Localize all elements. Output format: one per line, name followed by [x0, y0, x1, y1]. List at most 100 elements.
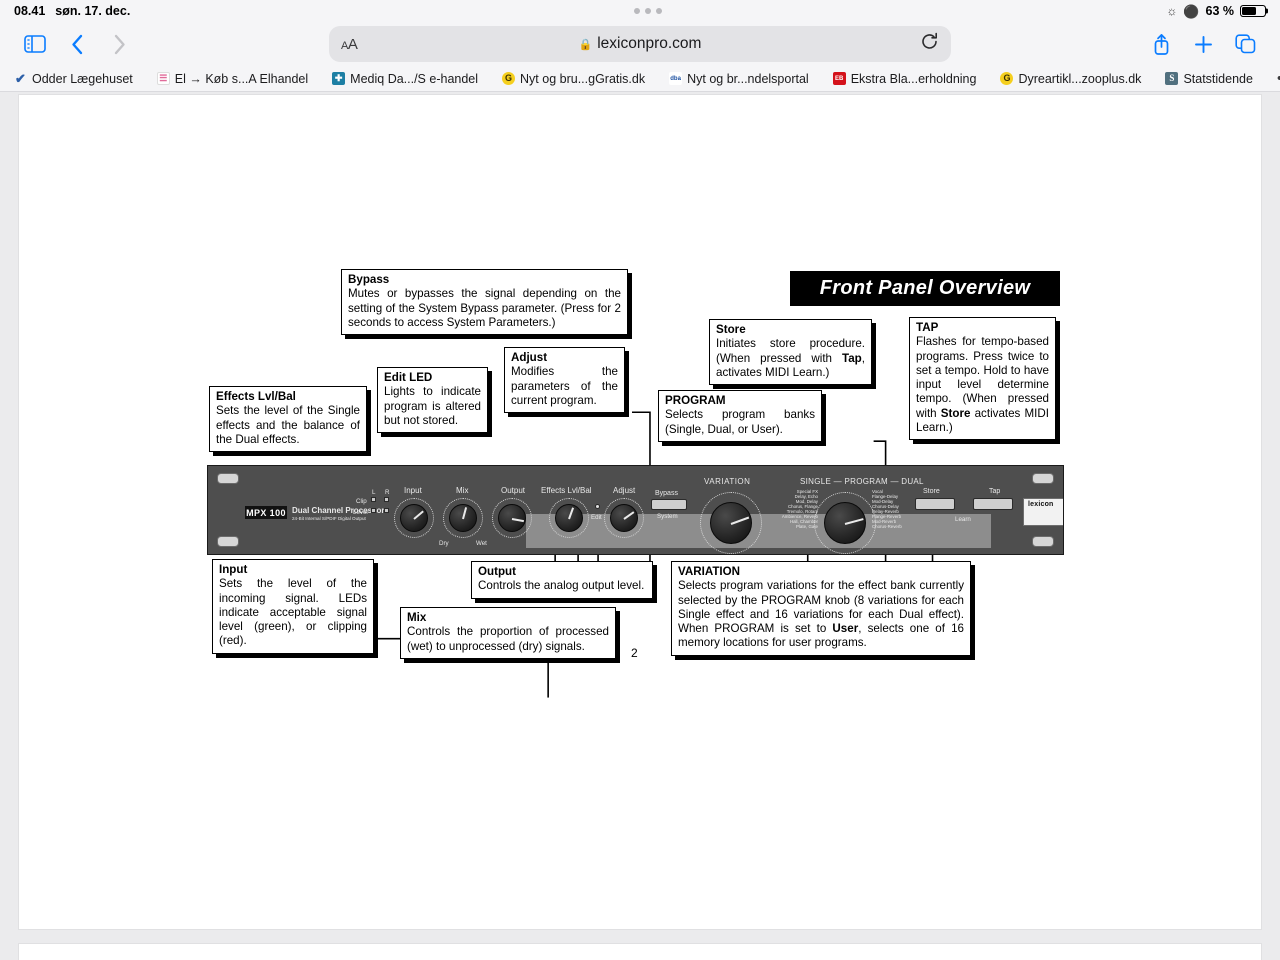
input-knob-label-text: Input — [404, 486, 422, 495]
callout-heading: TAP — [916, 321, 939, 334]
variation-label-text: VARIATION — [704, 477, 751, 486]
program-knob-label: SINGLE — PROGRAM — DUAL — [800, 477, 924, 486]
browser-toolbar: AA 🔒 lexiconpro.com — [0, 22, 1280, 66]
brand-plate: lexicon — [1023, 498, 1063, 526]
output-knob-label-text: Output — [501, 486, 526, 495]
forward-chevron-icon[interactable] — [98, 27, 140, 61]
input-knob[interactable] — [400, 504, 428, 532]
callout-body: Selects program variations for the effec… — [678, 579, 964, 650]
callout-body: Selects program banks (Single, Dual, or … — [665, 408, 815, 436]
mix-knob[interactable] — [449, 504, 477, 532]
handle-dot — [645, 8, 652, 14]
variation-knob[interactable] — [710, 502, 752, 544]
status-bar-left: 08.41 søn. 17. dec. — [14, 4, 130, 18]
tap-button[interactable] — [973, 498, 1013, 510]
checkmark-icon: ✔ — [15, 72, 26, 85]
ipad-status-bar: 08.41 søn. 17. dec. ☼ ⚫ 63 % — [0, 0, 1280, 22]
mix-wet-label: Wet — [476, 540, 487, 547]
bypass-button[interactable] — [651, 499, 687, 510]
pdf-page-1: Front Panel Overview Bypass Mutes or byp… — [18, 94, 1262, 930]
callout-heading: Input — [219, 563, 248, 576]
bookmark-label: Nyt og br...ndelsportal — [687, 71, 809, 86]
toolbar-right-group — [1140, 27, 1266, 61]
effects-lvl-bal-knob-label: Effects Lvl/Bal — [541, 486, 592, 495]
callout-heading: Store — [716, 323, 746, 336]
bypass-button-label: Bypass — [655, 490, 678, 498]
bookmark-item[interactable]: dba Nyt og br...ndelsportal — [669, 72, 818, 86]
bookmark-label: Dyreartikl...zooplus.dk — [1018, 71, 1142, 86]
callout-body: Flashes for tempo-based programs. Press … — [916, 335, 1050, 434]
bypass-label-text: Bypass — [655, 490, 678, 497]
effects-lvl-bal-knob[interactable] — [555, 504, 583, 532]
output-knob[interactable] — [498, 504, 526, 532]
tap-label-text: Tap — [989, 488, 1001, 495]
brand-name: lexicon — [1028, 501, 1054, 508]
callout-adjust: Adjust Modifies the parameters of the cu… — [504, 347, 625, 413]
mix-dry-label: Dry — [439, 540, 449, 547]
callout-input: Input Sets the level of the incoming sig… — [212, 559, 374, 654]
address-bar[interactable]: AA 🔒 lexiconpro.com — [329, 26, 951, 62]
url-text[interactable]: lexiconpro.com — [597, 35, 701, 53]
callout-bypass: Bypass Mutes or bypasses the signal depe… — [341, 269, 628, 335]
battery-percent: 63 % — [1205, 4, 1235, 18]
bookmark-item[interactable]: G Dyreartikl...zooplus.dk — [1000, 72, 1150, 86]
rack-ear-bottom-right — [1032, 536, 1054, 547]
bookmark-item[interactable]: S Statstidende — [1165, 72, 1262, 86]
battery-icon — [1240, 4, 1269, 18]
wifi-icon: ⚫ — [1183, 3, 1200, 19]
callout-program: PROGRAM Selects program banks (Single, D… — [658, 390, 822, 442]
status-date: søn. 17. dec. — [55, 4, 131, 18]
bookmark-label: Nyt og bru...gGratis.dk — [520, 71, 646, 86]
back-chevron-icon[interactable] — [56, 27, 98, 61]
adjust-knob[interactable] — [610, 504, 638, 532]
effects-lvl-bal-text: Effects Lvl/Bal — [541, 486, 592, 495]
callout-output: Output Controls the analog output level. — [471, 561, 653, 599]
callout-heading: Adjust — [511, 351, 548, 364]
front-panel-overview-diagram: Front Panel Overview Bypass Mutes or byp… — [19, 95, 1261, 929]
page-number: 2 — [631, 646, 638, 660]
bookmark-item[interactable]: ✚ Mediq Da.../S e-handel — [332, 72, 487, 86]
reload-icon[interactable] — [920, 32, 939, 56]
callout-tap: TAP Flashes for tempo-based programs. Pr… — [909, 317, 1056, 440]
bookmark-item[interactable]: G Nyt og bru...gGratis.dk — [502, 72, 654, 86]
brightness-icon: ☼ — [1166, 4, 1178, 18]
variation-knob-label: VARIATION — [704, 477, 750, 486]
callout-mix: Mix Controls the proportion of processed… — [400, 607, 616, 659]
bookmark-item[interactable]: ☰ El → Køb s...A Elhandel — [156, 72, 317, 86]
callout-body: Mutes or bypasses the signal depending o… — [348, 287, 621, 329]
adjust-knob-label-text: Adjust — [613, 486, 636, 495]
callout-heading: Edit LED — [384, 371, 433, 384]
edit-led-label-text: Edit — [591, 514, 602, 521]
text-size-small-a: A — [341, 39, 348, 52]
tabs-overview-icon[interactable] — [1224, 27, 1266, 61]
callout-heading: Bypass — [348, 273, 390, 286]
mediq-favicon: ✚ — [332, 72, 346, 85]
bookmark-item[interactable]: ✔ Odder Lægehuset — [14, 72, 142, 86]
program-knob[interactable] — [824, 502, 866, 544]
rack-ear-bottom-left — [217, 536, 239, 547]
callout-body: Sets the level of the incoming signal. L… — [219, 577, 367, 648]
store-button[interactable] — [915, 498, 955, 510]
handle-dot — [656, 8, 663, 14]
page-scroll-area[interactable]: Front Panel Overview Bypass Mutes or byp… — [0, 92, 1280, 960]
callout-variation: VARIATION Selects program variations for… — [671, 561, 971, 656]
callout-heading: Output — [478, 565, 516, 578]
share-icon[interactable] — [1140, 27, 1182, 61]
plus-icon[interactable] — [1182, 27, 1224, 61]
text-size-button[interactable]: AA — [341, 36, 358, 53]
output-knob-label: Output — [501, 486, 525, 495]
clip-label: Clip — [356, 498, 367, 505]
store-button-label: Store — [923, 488, 940, 496]
bypass-system-label: System — [657, 513, 678, 520]
callout-body: Sets the level of the Single effects and… — [216, 404, 360, 446]
window-drag-handle[interactable] — [130, 8, 1166, 14]
model-subtitle2: 24-Bit Internal S/PDIF Digital Output — [292, 516, 366, 521]
program-single-list: Special FX Delay, Echo Mod, Delay Chorus, F… — [781, 489, 818, 530]
rack-ear-top-left — [217, 473, 239, 484]
sidebar-icon[interactable] — [14, 27, 56, 61]
rack-ear-top-right — [1032, 473, 1054, 484]
bookmark-label: Statstidende — [1183, 71, 1253, 86]
callout-body: Modifies the parameters of the current p… — [511, 365, 618, 407]
bookmark-item[interactable]: EB Ekstra Bla...erholdning — [832, 72, 986, 86]
callout-effects-lvl-bal: Effects Lvl/Bal Sets the level of the Si… — [209, 386, 367, 452]
